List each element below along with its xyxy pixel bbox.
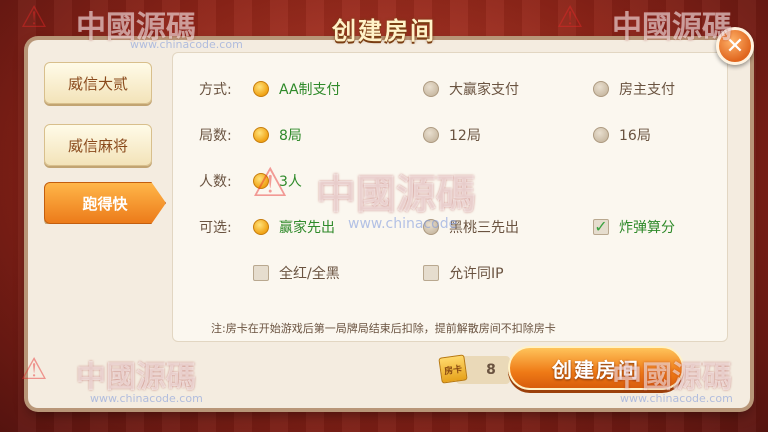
- optional-spade-three-first[interactable]: 黑桃三先出: [423, 217, 519, 237]
- mode-label: 方式:: [199, 82, 232, 98]
- rounds-option-16[interactable]: 16局: [593, 125, 651, 145]
- game-type-tabs: 威信大贰 威信麻将 跑得快: [36, 52, 168, 342]
- checkbox-icon: [423, 265, 439, 281]
- radio-icon: [423, 219, 439, 235]
- mode-option-aa[interactable]: AA制支付: [253, 79, 341, 99]
- mode-option-owner-pays[interactable]: 房主支付: [593, 79, 675, 99]
- check-all-red-black[interactable]: 全红/全黑: [253, 263, 340, 283]
- rounds-option-12[interactable]: 12局: [423, 125, 481, 145]
- players-label: 人数:: [199, 174, 232, 190]
- players-option-3[interactable]: 3人: [253, 171, 302, 191]
- radio-icon: [423, 81, 439, 97]
- options-panel: 方式: AA制支付 大赢家支付 房主支付 局数: 8局 12局 16局 人数:: [172, 52, 728, 342]
- create-room-button[interactable]: 创建房间: [508, 346, 684, 390]
- radio-selected-icon: [253, 173, 269, 189]
- radio-selected-icon: [253, 127, 269, 143]
- optional-label: 可选:: [199, 220, 232, 236]
- close-button[interactable]: ✕: [716, 27, 754, 65]
- radio-icon: [423, 127, 439, 143]
- tab-paodekuai[interactable]: 跑得快: [44, 182, 166, 224]
- radio-selected-icon: [253, 81, 269, 97]
- radio-icon: [593, 81, 609, 97]
- checkbox-icon: [253, 265, 269, 281]
- checkmark-icon: ✓: [593, 217, 609, 236]
- radio-selected-icon: [253, 219, 269, 235]
- rounds-label: 局数:: [199, 128, 232, 144]
- room-card-note: 注:房卡在开始游戏后第一局牌局结束后扣除，提前解散房间不扣除房卡: [211, 322, 556, 335]
- rounds-option-8[interactable]: 8局: [253, 125, 302, 145]
- optional-winner-first[interactable]: 赢家先出: [253, 217, 335, 237]
- tab-weixin-dayer[interactable]: 威信大贰: [44, 62, 152, 104]
- dialog-title: 创建房间: [332, 16, 436, 45]
- mode-option-winner-pays[interactable]: 大赢家支付: [423, 79, 519, 99]
- tab-weixin-mahjong[interactable]: 威信麻将: [44, 124, 152, 166]
- room-card-icon: 房卡: [438, 354, 468, 384]
- check-bomb-scores[interactable]: ✓ 炸弹算分: [593, 217, 675, 237]
- close-icon: ✕: [725, 33, 745, 59]
- radio-icon: [593, 127, 609, 143]
- check-allow-same-ip[interactable]: 允许同IP: [423, 263, 504, 283]
